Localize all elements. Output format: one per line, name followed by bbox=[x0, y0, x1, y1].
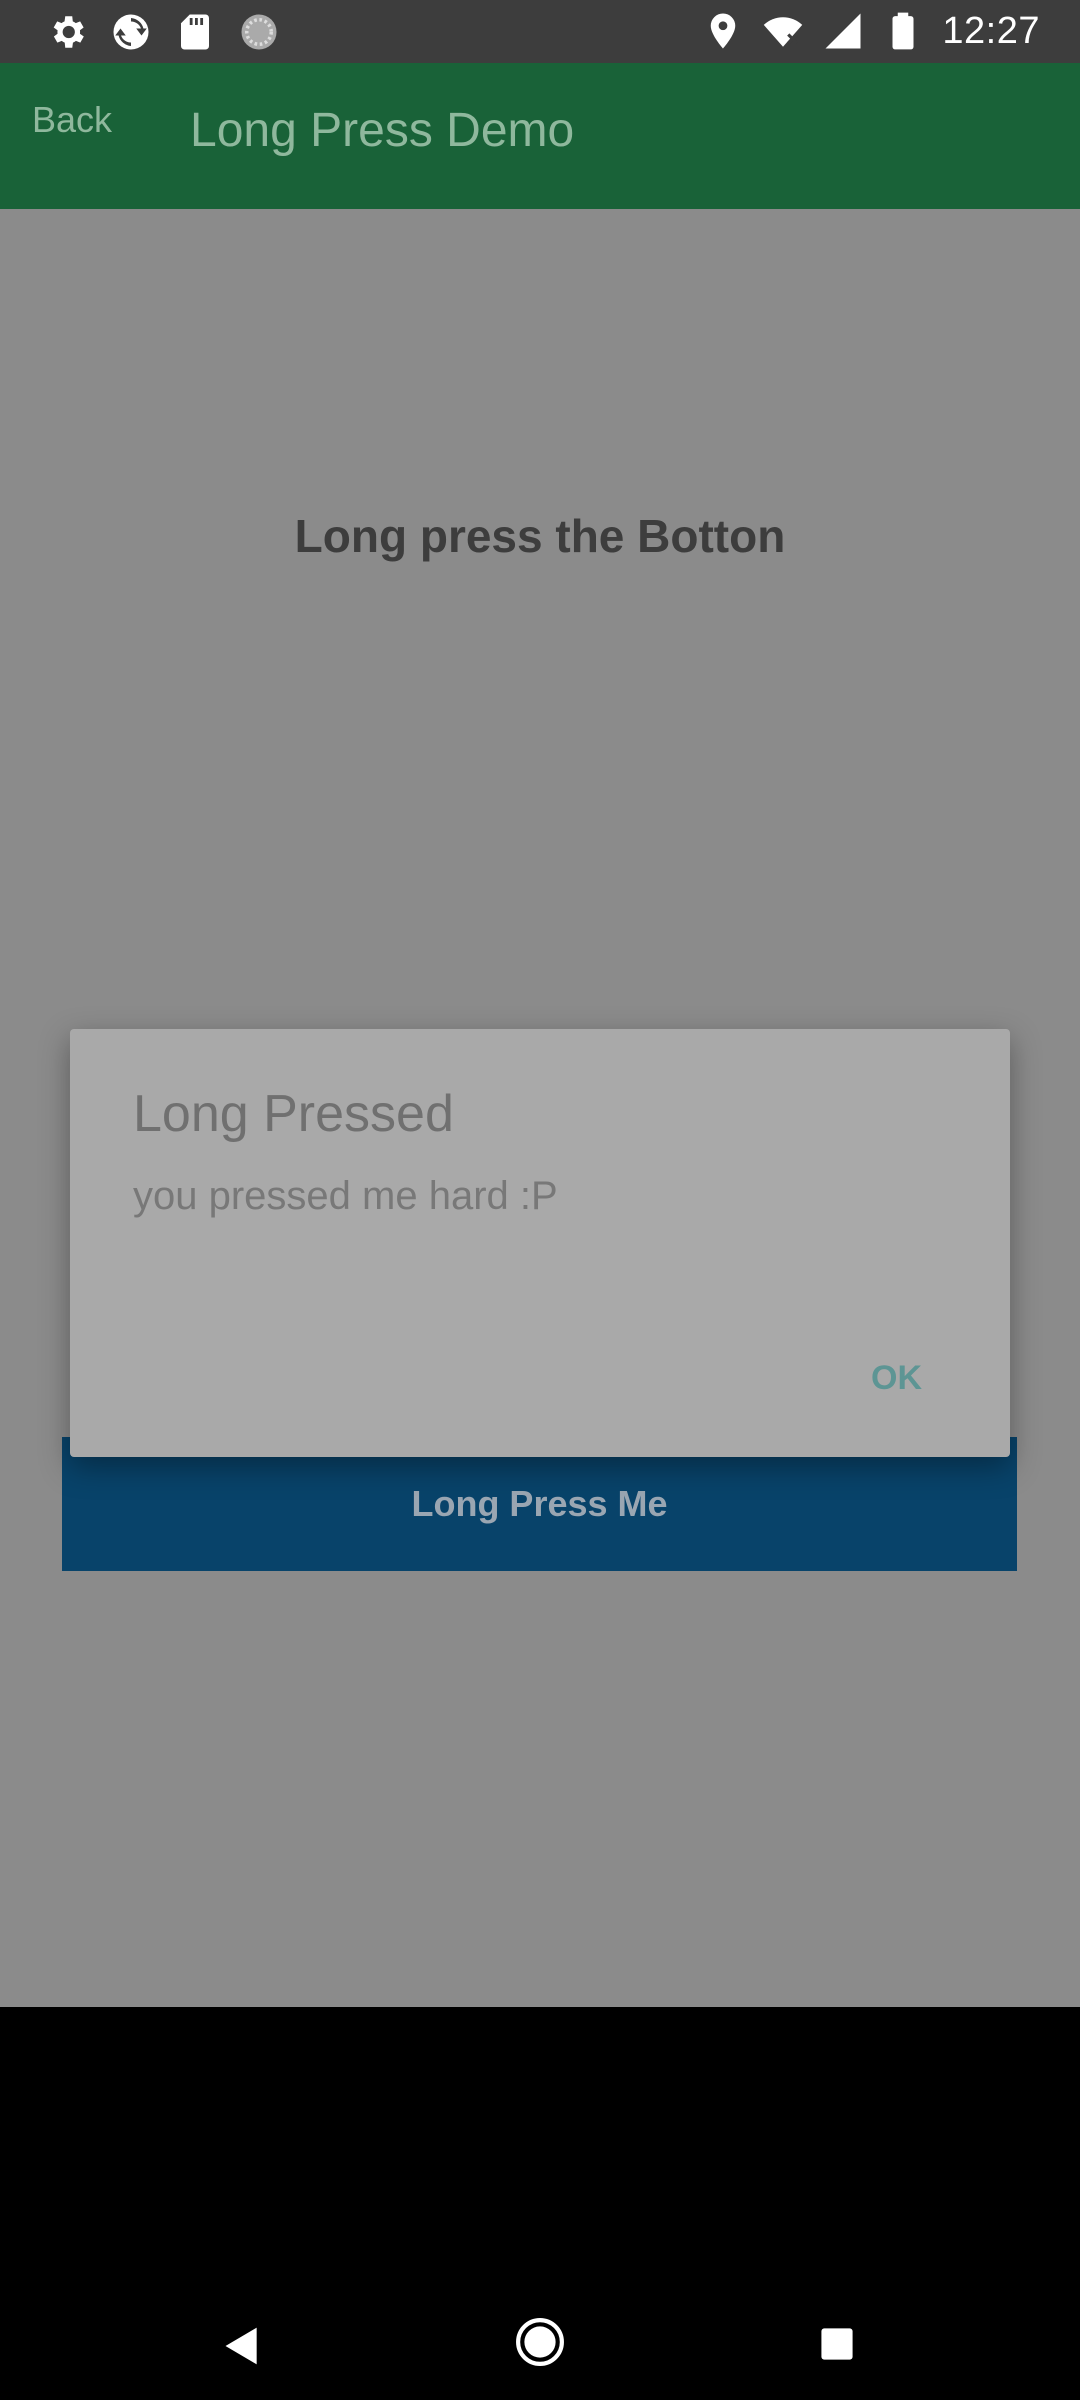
page-title: Long Press Demo bbox=[190, 104, 575, 157]
app-bar: Back Long Press Demo bbox=[0, 63, 1080, 209]
sd-card-icon bbox=[181, 14, 209, 50]
back-icon[interactable] bbox=[220, 2324, 264, 2368]
instruction-text: Long press the Botton bbox=[294, 510, 786, 562]
status-clock: 12:27 bbox=[942, 9, 1040, 52]
loading-icon bbox=[241, 14, 277, 50]
back-button[interactable]: Back bbox=[32, 99, 112, 141]
system-nav-bar bbox=[0, 2007, 1080, 2400]
dialog-title: Long Pressed bbox=[133, 1085, 454, 1143]
status-left-icons bbox=[46, 10, 280, 54]
long-press-button[interactable]: Long Press Me bbox=[62, 1437, 1017, 1571]
status-right-icons: 12:27 bbox=[702, 8, 1040, 54]
sync-icon bbox=[113, 14, 149, 50]
location-icon bbox=[711, 13, 736, 49]
battery-icon bbox=[892, 12, 914, 50]
signal-icon bbox=[825, 13, 861, 49]
dialog-message: you pressed me hard :P bbox=[133, 1174, 558, 1218]
wifi-icon bbox=[764, 17, 803, 47]
main-content: Long press the Botton Long Press Me Long… bbox=[0, 209, 1080, 2007]
recents-icon[interactable] bbox=[820, 2327, 854, 2361]
status-bar: 12:27 bbox=[0, 0, 1080, 63]
alert-dialog: Long Pressed you pressed me hard :P OK bbox=[70, 1029, 1010, 1457]
gear-icon bbox=[53, 16, 84, 48]
ok-button[interactable]: OK bbox=[871, 1359, 922, 1398]
home-icon[interactable] bbox=[515, 2317, 565, 2367]
